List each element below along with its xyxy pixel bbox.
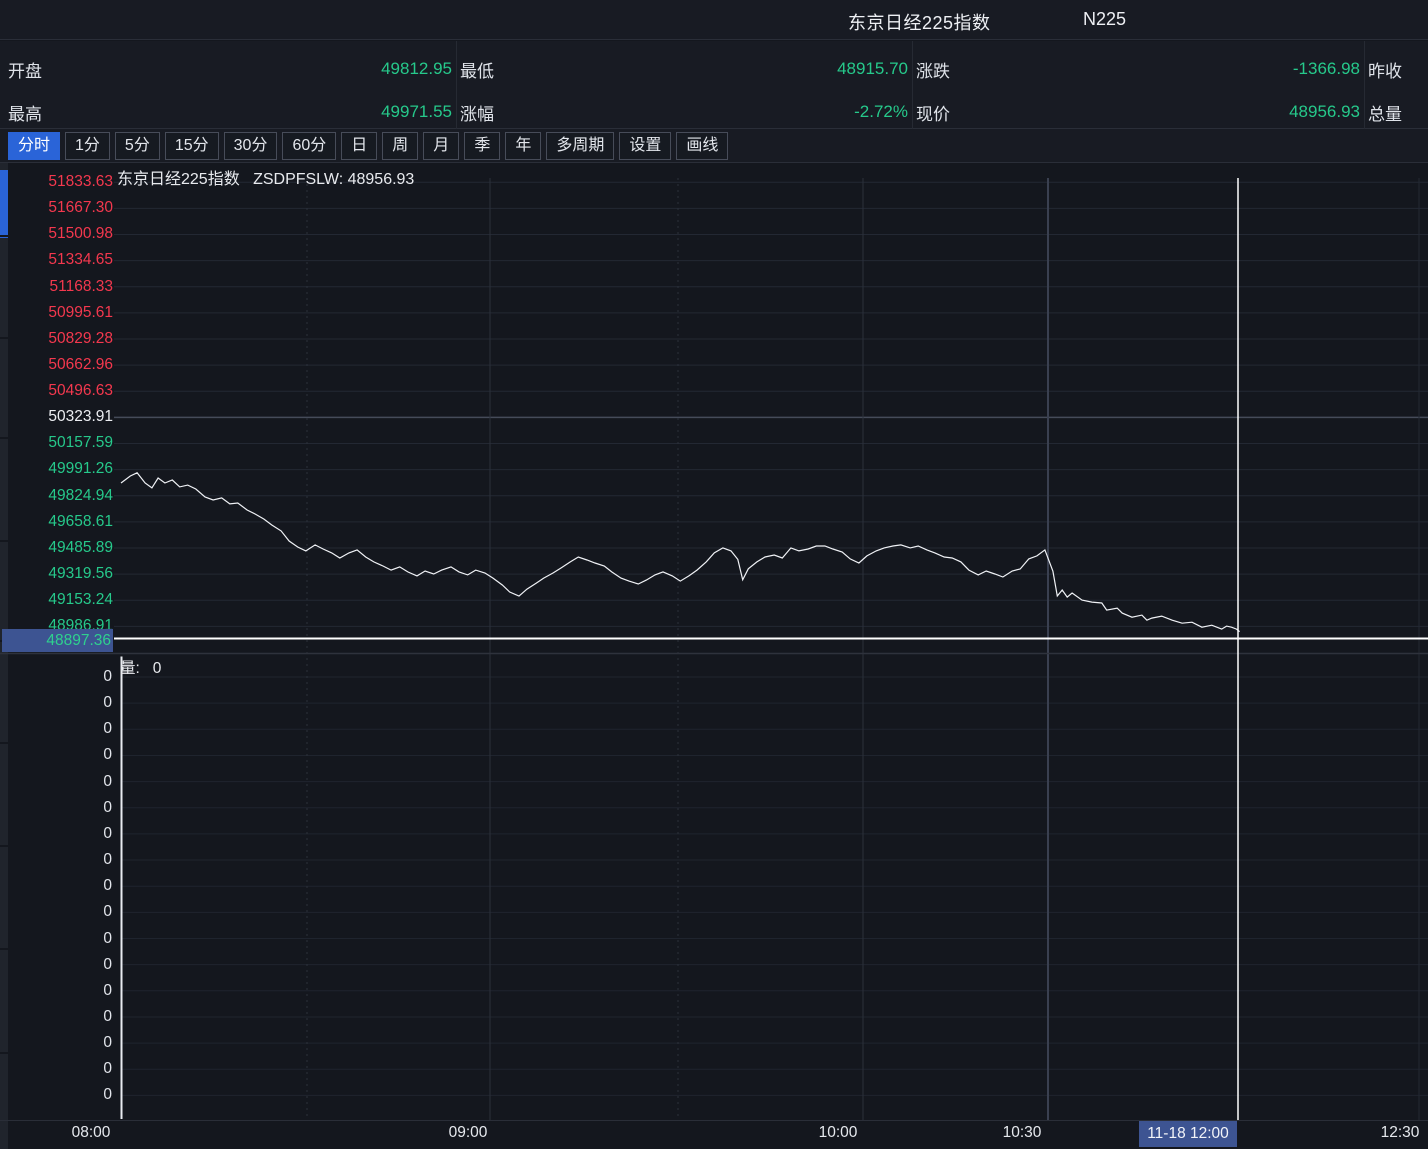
price-line	[121, 473, 1240, 632]
tab-日[interactable]: 日	[341, 132, 377, 160]
crosshair-time-tag: 11-18 12:00	[1139, 1121, 1237, 1147]
volume-axis-label: 0	[0, 799, 112, 817]
instrument-symbol: N225	[1083, 9, 1126, 30]
quote-label: 涨幅	[460, 100, 494, 125]
volume-axis-label: 0	[0, 1008, 112, 1026]
y-axis-label: 50496.63	[0, 382, 113, 400]
quote-field-涨幅: 涨幅 -2.72%	[460, 97, 908, 127]
infobar-divider	[1364, 41, 1365, 129]
y-axis-label: 49658.61	[0, 513, 113, 531]
quote-field-最高: 最高 49971.55	[8, 97, 452, 127]
period-tab-bar: 分时1分5分15分30分60分日周月季年多周期设置画线	[0, 129, 1428, 163]
quote-label: 总量	[1368, 100, 1402, 125]
volume-axis-label: 0	[0, 877, 112, 895]
tab-15分[interactable]: 15分	[165, 132, 219, 160]
volume-label: 量:	[120, 660, 140, 677]
instrument-title: 东京日经225指数	[848, 9, 991, 35]
time-axis-label: 08:00	[72, 1124, 111, 1142]
quote-value: -1366.98	[1293, 59, 1360, 79]
quote-value: 48956.93	[1289, 102, 1360, 122]
y-axis-label: 49485.89	[0, 539, 113, 557]
tab-5分[interactable]: 5分	[115, 132, 160, 160]
volume-axis-label: 0	[0, 903, 112, 921]
volume-axis-label: 0	[0, 1060, 112, 1078]
y-axis-label: 50829.28	[0, 330, 113, 348]
y-axis-label: 50323.91	[0, 408, 113, 426]
volume-axis-label: 0	[0, 956, 112, 974]
volume-axis-label: 0	[0, 1034, 112, 1052]
y-axis-label: 51833.63	[0, 173, 113, 191]
quote-field-昨收: 昨收	[1368, 54, 1424, 84]
legend-instrument-name: 东京日经225指数	[117, 171, 240, 188]
volume-axis-label: 0	[0, 773, 112, 791]
crosshair-price-tag: 48897.36	[2, 629, 113, 652]
time-axis-label: 10:30	[1003, 1124, 1042, 1142]
quote-info-bar: 开盘 49812.95 最低 48915.70 涨跌 -1366.98 昨收最高 49971.…	[0, 41, 1428, 129]
time-axis-label: 09:00	[449, 1124, 488, 1142]
y-axis-label: 49824.94	[0, 487, 113, 505]
quote-label: 开盘	[8, 57, 42, 82]
y-axis-label: 49991.26	[0, 460, 113, 478]
y-axis-label: 49319.56	[0, 565, 113, 583]
volume-axis-label: 0	[0, 720, 112, 738]
tab-周[interactable]: 周	[382, 132, 418, 160]
y-axis-label: 49153.24	[0, 591, 113, 609]
tab-年[interactable]: 年	[505, 132, 541, 160]
volume-axis-label: 0	[0, 668, 112, 686]
quote-field-现价: 现价 48956.93	[916, 97, 1360, 127]
infobar-divider	[912, 41, 913, 129]
infobar-divider	[456, 41, 457, 129]
stock-app: { "colors":{"up_red":"#f4384e","down_gre…	[0, 0, 1428, 1149]
quote-label: 最高	[8, 100, 42, 125]
volume-axis-label: 0	[0, 746, 112, 764]
tab-多周期[interactable]: 多周期	[546, 132, 614, 160]
y-axis-label: 50157.59	[0, 434, 113, 452]
volume-axis-label: 0	[0, 982, 112, 1000]
quote-field-总量: 总量	[1368, 97, 1424, 127]
quote-value: 48915.70	[837, 59, 908, 79]
quote-label: 最低	[460, 57, 494, 82]
quote-label: 涨跌	[916, 57, 950, 82]
time-axis-label: 10:00	[819, 1124, 858, 1142]
chart-legend: 东京日经225指数 ZSDPFSLW: 48956.93	[117, 165, 414, 189]
y-axis-label: 50662.96	[0, 356, 113, 374]
tab-季[interactable]: 季	[464, 132, 500, 160]
quote-label: 现价	[916, 100, 950, 125]
quote-field-开盘: 开盘 49812.95	[8, 54, 452, 84]
tab-分时[interactable]: 分时	[8, 132, 60, 160]
y-axis-label: 51500.98	[0, 225, 113, 243]
y-axis-label: 50995.61	[0, 304, 113, 322]
y-axis-label: 51667.30	[0, 199, 113, 217]
time-axis-label: 12:30	[1381, 1124, 1420, 1142]
quote-value: -2.72%	[854, 102, 908, 122]
y-axis-label: 51334.65	[0, 251, 113, 269]
volume-axis-label: 0	[0, 930, 112, 948]
quote-field-最低: 最低 48915.70	[460, 54, 908, 84]
volume-axis-label: 0	[0, 851, 112, 869]
quote-value: 49971.55	[381, 102, 452, 122]
volume-legend: 量: 0	[120, 656, 161, 678]
intraday-chart[interactable]	[0, 163, 1428, 1149]
tab-30分[interactable]: 30分	[224, 132, 278, 160]
volume-axis-label: 0	[0, 694, 112, 712]
volume-axis-label: 0	[0, 1086, 112, 1104]
tab-1分[interactable]: 1分	[65, 132, 110, 160]
volume-value: 0	[153, 660, 162, 677]
y-axis-label: 51168.33	[0, 278, 113, 296]
quote-label: 昨收	[1368, 57, 1402, 82]
volume-axis-label: 0	[0, 825, 112, 843]
quote-field-涨跌: 涨跌 -1366.98	[916, 54, 1360, 84]
tab-月[interactable]: 月	[423, 132, 459, 160]
quote-value: 49812.95	[381, 59, 452, 79]
tab-60分[interactable]: 60分	[282, 132, 336, 160]
header-bar: 东京日经225指数 N225	[0, 0, 1428, 40]
legend-code-value: ZSDPFSLW: 48956.93	[253, 171, 414, 188]
tab-设置[interactable]: 设置	[619, 132, 671, 160]
tab-画线[interactable]: 画线	[676, 132, 728, 160]
